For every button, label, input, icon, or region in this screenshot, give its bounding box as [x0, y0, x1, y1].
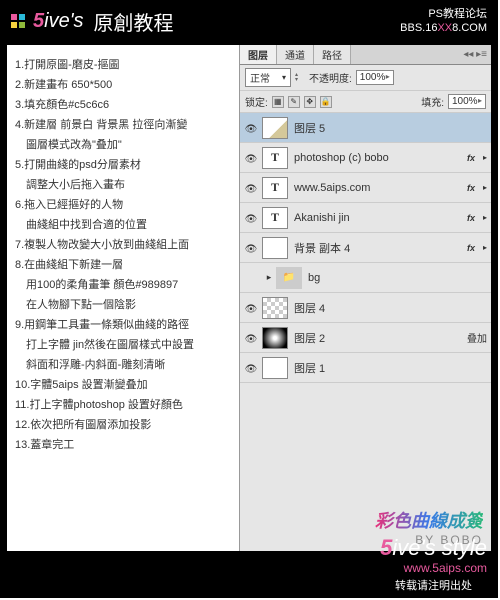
layers-panel: 图层 通道 路径 ◂◂ ▸≡ 正常 ▴▾ 不透明度: 100% 锁定: ▦ ✎ … — [239, 45, 491, 551]
fx-expand-icon[interactable]: ▸ — [479, 153, 491, 162]
tutorial-steps: 1.打開原圖-磨皮-摳圖2.新建畫布 650*5003.填充顏色#c5c6c64… — [7, 45, 239, 551]
step-line: 4.新建層 前景白 背景黑 拉徑向漸變 — [15, 115, 231, 135]
tab-channels[interactable]: 通道 — [277, 45, 314, 64]
fx-expand-icon[interactable]: ▸ — [479, 243, 491, 252]
opacity-input[interactable]: 100% — [356, 70, 394, 85]
layer-row[interactable]: Twww.5aips.comfx▸ — [240, 173, 491, 203]
forum-credit: PS教程论坛 BBS.16XX8.COM — [400, 7, 487, 35]
layer-row[interactable]: ▸📁 bg — [240, 263, 491, 293]
visibility-icon[interactable] — [240, 151, 262, 165]
lock-move-icon[interactable]: ✥ — [304, 96, 316, 108]
visibility-icon[interactable] — [240, 361, 262, 375]
fx-badge[interactable]: fx — [463, 243, 479, 253]
step-line: 斜面和浮雕-内斜面-雕刻清晰 — [15, 355, 231, 375]
layer-thumb — [262, 327, 288, 349]
step-line: 曲綫組中找到合適的位置 — [15, 215, 231, 235]
folder-icon: 📁 — [276, 267, 302, 289]
page-title: 原創教程 — [94, 7, 174, 36]
layer-name[interactable]: 图层 4 — [294, 300, 491, 316]
lock-all-icon[interactable]: 🔒 — [320, 96, 332, 108]
blend-mode-select[interactable]: 正常 — [245, 68, 291, 87]
step-line: 調整大小后拖入畫布 — [15, 175, 231, 195]
blend-badge: 叠加 — [463, 330, 491, 345]
header-logo: 5ive's 原創教程 — [11, 7, 174, 36]
step-line: 3.填充顏色#c5c6c6 — [15, 95, 231, 115]
visibility-icon[interactable] — [240, 241, 262, 255]
layer-row[interactable]: 图层 1 — [240, 353, 491, 383]
step-line: 10.字體5aips 設置漸變叠加 — [15, 375, 231, 395]
visibility-icon[interactable] — [240, 331, 262, 345]
layer-thumb — [262, 357, 288, 379]
layer-thumb: T — [262, 147, 288, 169]
layer-name[interactable]: bg — [308, 272, 491, 284]
layer-thumb: T — [262, 177, 288, 199]
step-line: 11.打上字體photoshop 設置好顏色 — [15, 395, 231, 415]
lock-paint-icon[interactable]: ✎ — [288, 96, 300, 108]
visibility-icon[interactable] — [240, 301, 262, 315]
layer-thumb: T — [262, 207, 288, 229]
folder-toggle-icon[interactable]: ▸ — [262, 272, 276, 283]
step-line: 在人物腳下點一個陰影 — [15, 295, 231, 315]
fx-badge[interactable]: fx — [463, 213, 479, 223]
fx-expand-icon[interactable]: ▸ — [479, 183, 491, 192]
layer-row[interactable]: 图层 5 — [240, 113, 491, 143]
layer-row[interactable]: T Akanishi jinfx▸ — [240, 203, 491, 233]
tab-paths[interactable]: 路径 — [314, 45, 351, 64]
step-line: 9.用鋼筆工具畫一條類似曲綫的路徑 — [15, 315, 231, 335]
layer-name[interactable]: 背景 副本 4 — [294, 240, 463, 256]
layer-thumb — [262, 237, 288, 259]
footer: 5ive's style www.5aips.com 转载请注明出处 — [380, 535, 487, 593]
fx-badge[interactable]: fx — [463, 183, 479, 193]
mode-stepper[interactable]: ▴▾ — [295, 73, 305, 83]
layer-row[interactable]: 背景 副本 4fx▸ — [240, 233, 491, 263]
visibility-icon[interactable] — [240, 211, 262, 225]
layer-row[interactable]: Tphotoshop (c) bobofx▸ — [240, 143, 491, 173]
visibility-icon[interactable] — [240, 181, 262, 195]
step-line: 7.複製人物改變大小放到曲綫組上面 — [15, 235, 231, 255]
fill-input[interactable]: 100% — [448, 94, 486, 109]
tab-layers[interactable]: 图层 — [240, 45, 277, 64]
step-line: 13.蓋章完工 — [15, 435, 231, 455]
layer-name[interactable]: 图层 1 — [294, 360, 491, 376]
layer-row[interactable]: 图层 2叠加 — [240, 323, 491, 353]
layer-thumb — [262, 117, 288, 139]
step-line: 用100的柔角畫筆 顏色#989897 — [15, 275, 231, 295]
fill-label: 填充: — [421, 94, 444, 109]
layer-name[interactable]: Akanishi jin — [294, 212, 463, 224]
step-line: 8.在曲綫組下新建一層 — [15, 255, 231, 275]
step-line: 5.打開曲綫的psd分層素材 — [15, 155, 231, 175]
lock-label: 锁定: — [245, 94, 268, 109]
opacity-label: 不透明度: — [309, 70, 352, 85]
step-line: 6.拖入已經摳好的人物 — [15, 195, 231, 215]
logo-dots — [11, 14, 25, 28]
step-line: 12.依次把所有圖層添加投影 — [15, 415, 231, 435]
fx-badge[interactable]: fx — [463, 153, 479, 163]
step-line: 圖層模式改為"叠加" — [15, 135, 231, 155]
layer-thumb — [262, 297, 288, 319]
layer-name[interactable]: photoshop (c) bobo — [294, 152, 463, 164]
step-line: 2.新建畫布 650*500 — [15, 75, 231, 95]
layer-name[interactable]: 图层 5 — [294, 120, 491, 136]
lock-trans-icon[interactable]: ▦ — [272, 96, 284, 108]
layer-row[interactable]: 图层 4 — [240, 293, 491, 323]
layer-name[interactable]: 图层 2 — [294, 330, 463, 346]
step-line: 打上字體 jin然後在圖層樣式中設置 — [15, 335, 231, 355]
layer-name[interactable]: www.5aips.com — [294, 182, 463, 194]
step-line: 1.打開原圖-磨皮-摳圖 — [15, 55, 231, 75]
visibility-icon[interactable] — [240, 121, 262, 135]
fx-expand-icon[interactable]: ▸ — [479, 213, 491, 222]
panel-menu-icon[interactable]: ◂◂ ▸≡ — [459, 45, 491, 64]
